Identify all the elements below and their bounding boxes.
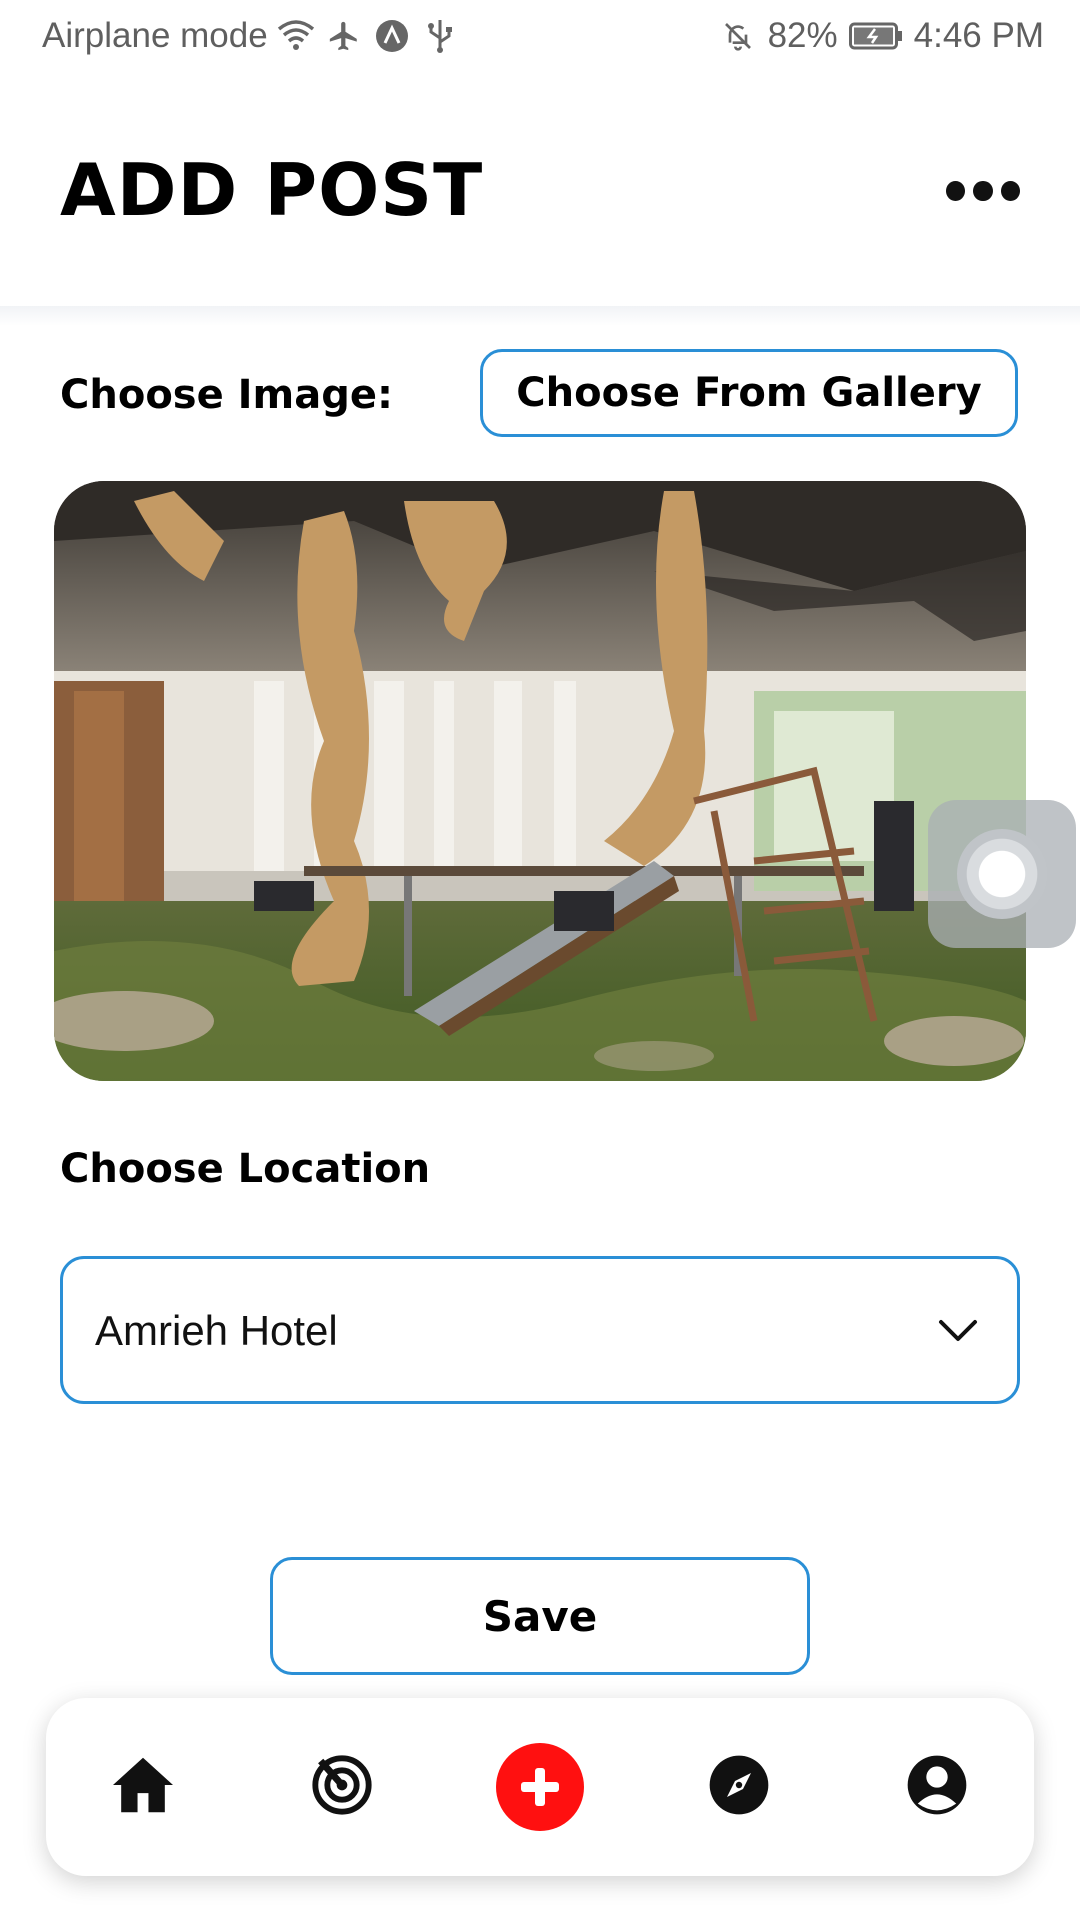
nav-home[interactable] xyxy=(98,1742,188,1832)
choose-image-label: Choose Image: xyxy=(60,372,393,418)
page-title: ADD POST xyxy=(60,148,484,232)
chevron-down-icon xyxy=(935,1307,981,1353)
bell-off-icon xyxy=(718,16,758,56)
choose-location-label: Choose Location xyxy=(60,1146,431,1192)
choose-from-gallery-button[interactable]: Choose From Gallery xyxy=(480,349,1018,437)
bottom-navigation xyxy=(46,1698,1034,1876)
nav-explore[interactable] xyxy=(694,1742,784,1832)
dot xyxy=(1000,181,1020,201)
more-dots-icon[interactable] xyxy=(946,176,1020,206)
save-button[interactable]: Save xyxy=(270,1557,810,1675)
location-dropdown[interactable]: Amrieh Hotel xyxy=(60,1256,1020,1404)
header-divider xyxy=(0,306,1080,326)
battery-icon xyxy=(848,16,904,56)
battery-percent: 82% xyxy=(767,16,838,55)
dot xyxy=(946,181,966,201)
app-notification-icon xyxy=(372,16,412,56)
selected-image-preview xyxy=(54,481,1026,1081)
status-bar-right: 82% 4:46 PM xyxy=(718,16,1044,56)
floating-assistive-handle[interactable] xyxy=(928,800,1076,948)
nav-profile[interactable] xyxy=(892,1742,982,1832)
clock: 4:46 PM xyxy=(913,16,1044,55)
profile-icon xyxy=(905,1753,969,1822)
add-icon xyxy=(496,1743,584,1831)
airplane-icon xyxy=(324,16,364,56)
nav-add-post[interactable] xyxy=(495,1742,585,1832)
app-header: ADD POST xyxy=(0,76,1080,306)
wifi-icon xyxy=(276,16,316,56)
status-bar-left: Airplane mode xyxy=(42,16,460,56)
home-icon xyxy=(110,1755,176,1820)
assistive-ring-icon xyxy=(957,829,1047,919)
location-selected-value: Amrieh Hotel xyxy=(95,1307,338,1354)
dot xyxy=(973,181,993,201)
radar-icon xyxy=(310,1753,374,1822)
compass-icon xyxy=(707,1753,771,1822)
usb-icon xyxy=(420,16,460,56)
status-bar: Airplane mode 82% 4:46 PM xyxy=(0,0,1080,76)
airplane-mode-text: Airplane mode xyxy=(42,16,268,55)
nav-radar[interactable] xyxy=(297,1742,387,1832)
